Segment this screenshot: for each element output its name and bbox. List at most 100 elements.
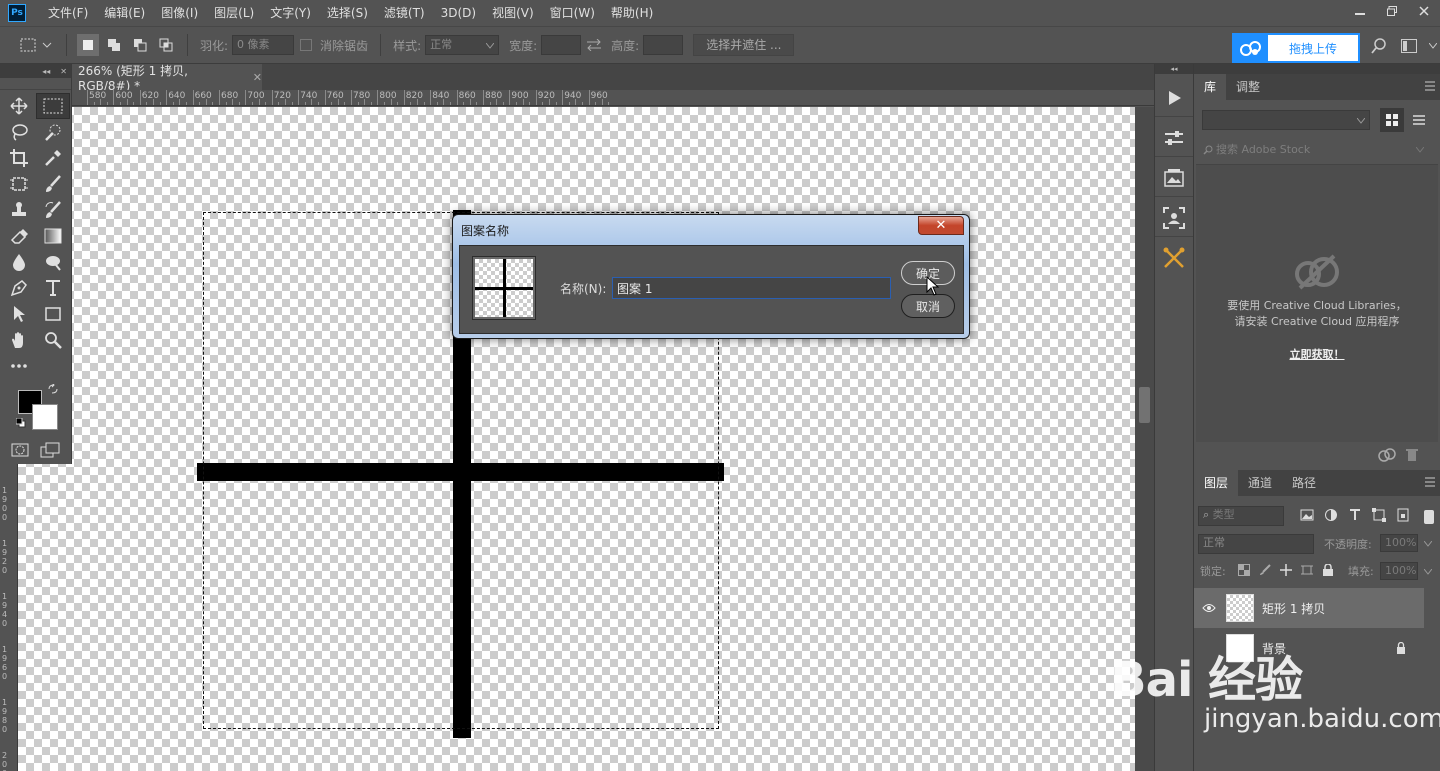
screen-mode-icon[interactable] [40,442,60,458]
filter-toggle-icon[interactable] [1424,510,1434,524]
shape-tool[interactable] [36,301,70,327]
eraser-tool[interactable] [2,223,36,249]
lock-pixels-icon[interactable] [1259,564,1271,576]
fill-input[interactable]: 100% [1380,562,1418,580]
scrollbar-thumb[interactable] [1139,387,1150,423]
brush-tool[interactable] [36,171,70,197]
close-tab-icon[interactable]: ✕ [253,71,262,84]
frame-tool[interactable] [2,171,36,197]
panel-menu-icon[interactable] [1424,476,1436,488]
default-colors-icon[interactable] [16,418,26,428]
antialias-checkbox[interactable] [300,39,313,51]
chevron-down-icon[interactable] [1424,541,1432,547]
tool-preset-picker[interactable] [14,32,58,58]
restore-button[interactable] [1376,0,1408,22]
search-button[interactable] [1370,37,1388,55]
background-color[interactable] [32,404,58,430]
opacity-input[interactable]: 100% [1380,534,1418,552]
grid-view-button[interactable] [1380,108,1404,132]
eyedropper-tool[interactable] [36,145,70,171]
layer-row[interactable]: 背景 [1194,628,1424,668]
menu-layer[interactable]: 图层(L) [206,0,262,26]
tab-channels[interactable]: 通道 [1238,470,1282,496]
upload-button[interactable]: 拖拽上传 [1232,33,1360,63]
stamp-tool[interactable] [2,197,36,223]
menu-filter[interactable]: 滤镜(T) [376,0,433,26]
cc-sync-icon[interactable] [1378,448,1396,462]
lock-position-icon[interactable] [1280,564,1292,576]
pixel-filter-icon[interactable] [1300,508,1314,522]
properties-panel-button[interactable] [1155,120,1193,156]
dodge-tool[interactable] [36,249,70,275]
tab-adjustments[interactable]: 调整 [1226,74,1270,100]
actions-panel-button[interactable] [1155,80,1193,116]
pattern-name-input[interactable] [612,277,891,299]
close-panel-icon[interactable]: ✕ [60,67,67,76]
crop-tool[interactable] [2,145,36,171]
list-view-button[interactable] [1408,108,1430,132]
menu-help[interactable]: 帮助(H) [603,0,661,26]
width-input[interactable] [541,35,582,55]
swap-colors-icon[interactable] [48,384,58,394]
lock-transparent-icon[interactable] [1238,564,1250,576]
get-cc-link[interactable]: 立即获取！ [1194,346,1440,362]
strip-collapse-icon[interactable]: ◂◂ [1155,64,1193,74]
feather-input[interactable]: 0 像素 [232,35,295,55]
adjustment-filter-icon[interactable] [1324,508,1338,522]
eye-icon[interactable] [1202,603,1216,613]
menu-file[interactable]: 文件(F) [40,0,96,26]
gradient-tool[interactable] [36,223,70,249]
panel-menu-icon[interactable] [1424,80,1436,92]
subtract-selection-button[interactable] [129,34,151,56]
document-canvas[interactable] [18,107,1135,771]
workspace-button[interactable] [1400,37,1418,55]
close-window-button[interactable] [1408,0,1440,22]
dialog-close-button[interactable]: ✕ [918,216,964,235]
lock-artboard-icon[interactable] [1301,564,1313,576]
libraries-panel-button[interactable] [1155,160,1193,196]
zoom-tool[interactable] [36,327,70,353]
select-and-mask-button[interactable]: 选择并遮住 ... [693,34,795,56]
new-selection-button[interactable] [77,34,99,56]
menu-image[interactable]: 图像(I) [153,0,206,26]
minimize-button[interactable] [1344,0,1376,22]
type-tool[interactable] [36,275,70,301]
menu-type[interactable]: 文字(Y) [262,0,319,26]
blur-tool[interactable] [2,249,36,275]
type-filter-icon[interactable] [1348,508,1362,522]
marquee-tool[interactable] [36,93,70,119]
style-select[interactable]: 正常 [425,35,500,55]
menu-edit[interactable]: 编辑(E) [96,0,153,26]
library-select[interactable] [1202,110,1370,130]
layer-row[interactable]: 矩形 1 拷贝 [1194,588,1424,628]
trash-icon[interactable] [1406,448,1418,462]
tab-libraries[interactable]: 库 [1194,74,1227,100]
collapse-icon[interactable]: ◂◂ [42,67,50,76]
cancel-button[interactable]: 取消 [901,294,955,318]
document-tab[interactable]: 266% (矩形 1 拷贝, RGB/8#) * ✕ [72,64,262,93]
history-brush-tool[interactable] [36,197,70,223]
tools-grip[interactable] [0,78,71,90]
layer-filter-select[interactable]: ⌕ 类型 [1198,506,1284,526]
pen-tool[interactable] [2,275,36,301]
shape-filter-icon[interactable] [1372,508,1386,522]
blend-mode-select[interactable]: 正常 [1198,534,1314,554]
chevron-down-icon[interactable] [1424,569,1432,575]
tab-paths[interactable]: 路径 [1282,470,1326,496]
workspace-menu-button[interactable] [1424,37,1440,55]
stock-search[interactable]: 搜索 Adobe Stock [1200,140,1432,160]
intersect-selection-button[interactable] [155,34,177,56]
hand-tool[interactable] [2,327,36,353]
swap-button[interactable] [581,39,607,51]
add-selection-button[interactable] [103,34,125,56]
tool-presets-button[interactable] [1155,240,1193,276]
more-tools[interactable] [2,353,36,379]
quick-mask-icon[interactable] [11,442,29,458]
menu-select[interactable]: 选择(S) [319,0,376,26]
horizontal-ruler[interactable]: 580 600 620 640 660 680 700 720 740 760 780 800 820 8… [0,90,1154,106]
lasso-tool[interactable] [2,119,36,145]
capture-panel-button[interactable] [1155,200,1193,236]
menu-3d[interactable]: 3D(D) [433,0,484,26]
height-input[interactable] [643,35,684,55]
tab-layers[interactable]: 图层 [1194,470,1239,496]
